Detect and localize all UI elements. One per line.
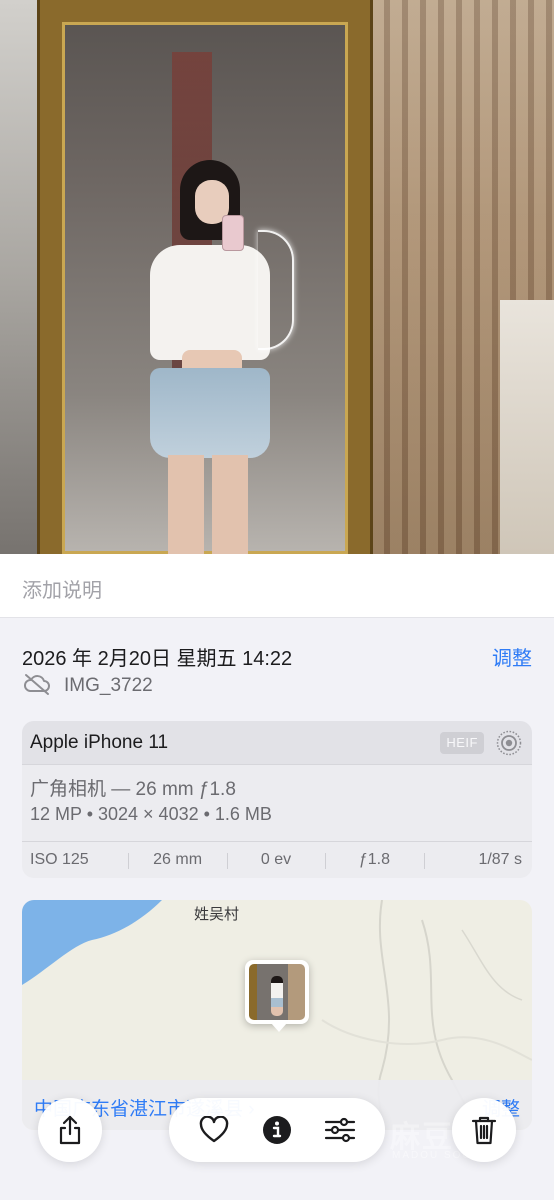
exif-header: Apple iPhone 11 HEIF (22, 721, 532, 765)
share-icon (50, 1110, 90, 1150)
action-pill (169, 1098, 385, 1162)
capture-date: 2026 年 2月20日 星期五 14:22 (22, 648, 293, 670)
subject-shorts (150, 368, 270, 458)
image-spec: 12 MP • 3024 × 4032 • 1.6 MB (30, 804, 272, 824)
photo-view[interactable] (0, 0, 554, 554)
subject-lift-outline (258, 230, 294, 350)
stat-iso: ISO 125 (30, 851, 89, 868)
exif-stats-row: ISO 125 26 mm 0 ev ƒ1.8 1/87 s (22, 841, 532, 878)
delete-button[interactable] (452, 1098, 516, 1162)
share-button[interactable] (38, 1098, 102, 1162)
subject-legs (168, 455, 248, 554)
format-badge: HEIF (440, 732, 484, 754)
stat-exposure-bias: 0 ev (226, 851, 325, 869)
subject-phone (222, 215, 244, 251)
exif-card: Apple iPhone 11 HEIF 广角相机 — 26 mm ƒ1.8 1… (22, 721, 532, 878)
stat-focal-length: 26 mm (128, 851, 226, 869)
stat-shutter: 1/87 s (423, 851, 532, 869)
subject-shirt (150, 245, 270, 360)
cloud-slash-icon (22, 672, 52, 701)
window-region (500, 300, 554, 554)
adjust-date-button[interactable]: 调整 (492, 642, 532, 671)
trash-icon (464, 1110, 504, 1150)
camera-model: Apple iPhone 11 (30, 731, 169, 753)
pin-thumbnail (249, 964, 305, 1020)
photo-location-pin[interactable] (245, 960, 309, 1032)
stat-aperture: ƒ1.8 (325, 851, 423, 869)
heart-icon[interactable] (194, 1110, 234, 1150)
caption-field[interactable]: 添加说明 (0, 554, 554, 618)
file-name: IMG_3722 (64, 675, 153, 696)
subject-figure (150, 160, 290, 554)
caption-placeholder: 添加说明 (22, 580, 102, 602)
lens-info: 广角相机 — 26 mm ƒ1.8 (30, 779, 236, 800)
info-icon[interactable] (257, 1110, 297, 1150)
map-place-label: 姓吴村 (194, 906, 240, 923)
live-photo-icon[interactable] (496, 730, 522, 756)
file-row: IMG_3722 (22, 672, 153, 701)
sliders-icon[interactable] (320, 1110, 360, 1150)
